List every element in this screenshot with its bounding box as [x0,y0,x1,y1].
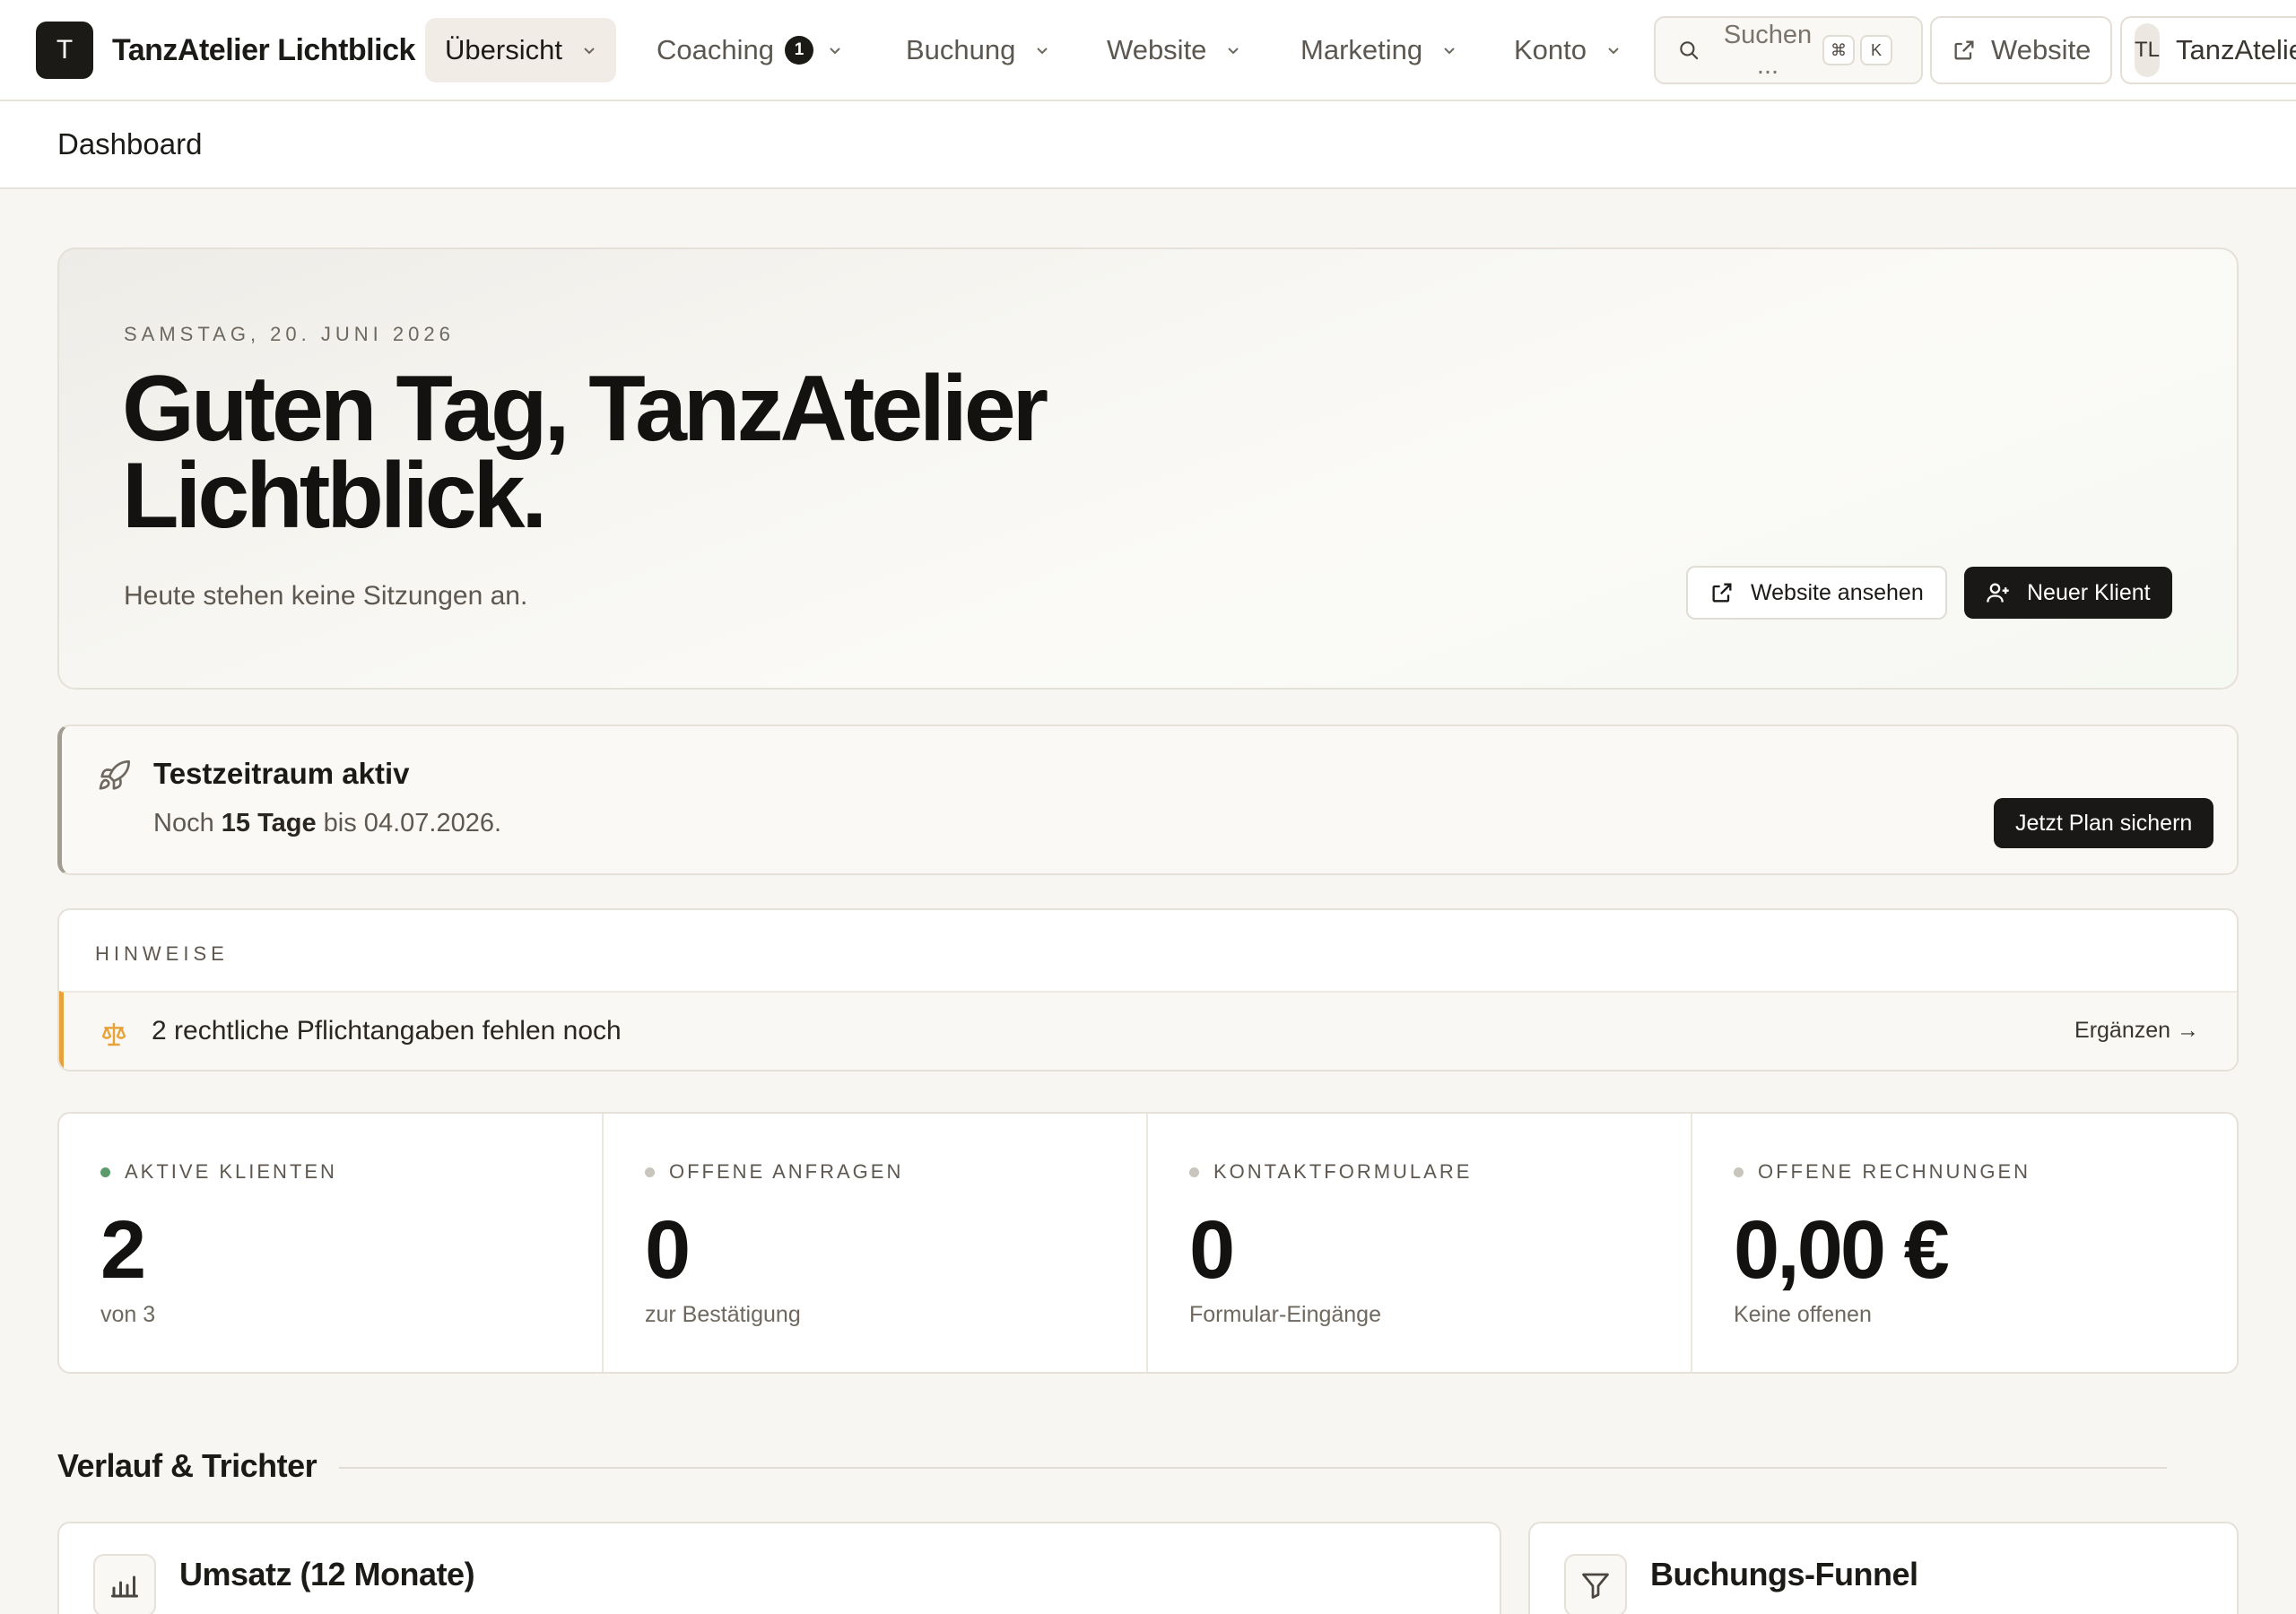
stat-value: 0,00 € [1734,1204,1950,1296]
bar-chart-icon [93,1554,156,1614]
nav-item-buchung[interactable]: Buchung [886,18,1069,82]
stat-note: Keine offenen [1734,1302,1872,1327]
stat-value: 0 [1189,1204,1235,1296]
nav-item-label: Übersicht [445,34,562,65]
new-client-button[interactable]: Neuer Klient [1964,567,2172,619]
chevron-down-icon [1228,48,1239,55]
external-link-icon [1954,40,1974,60]
funnel-icon [1564,1554,1627,1614]
avatar: TL [2135,23,2161,77]
stat-note: zur Bestätigung [645,1302,801,1327]
trial-title: Testzeitraum aktiv [153,757,410,790]
status-dot [1734,1167,1744,1177]
section-divider [339,1467,2167,1469]
trial-desc-suffix: bis 04.07.2026. [316,809,502,837]
secure-plan-label: Jetzt Plan sichern [2015,810,2193,836]
chevron-down-icon [1444,48,1455,55]
status-dot [1189,1167,1199,1177]
scale-icon [101,1023,126,1046]
nav-item-uebersicht[interactable]: Übersicht [425,18,616,82]
stat-label-text: AKTIVE KLIENTEN [125,1160,337,1183]
card-title: Buchungs-Funnel [1650,1556,1918,1592]
trial-days-remaining: 15 Tage [221,809,317,837]
new-client-label: Neuer Klient [2027,579,2151,605]
complete-link[interactable]: Ergänzen → [2074,1018,2199,1044]
stats-row: AKTIVE KLIENTEN 2 von 3 OFFENE ANFRAGEN … [57,1112,2239,1374]
breadcrumb-current: Dashboard [57,127,203,161]
view-website-button[interactable]: Website ansehen [1686,566,1947,620]
hints-heading: HINWEISE [95,942,229,965]
stat-note: Formular-Eingänge [1189,1302,1381,1327]
brand-logo: T [36,22,93,79]
nav-item-website[interactable]: Website [1087,18,1260,82]
nav-item-label: Coaching [657,34,774,65]
stat-label-text: OFFENE RECHNUNGEN [1758,1160,2031,1183]
trial-description: Noch 15 Tage bis 04.07.2026. [153,809,501,838]
chevron-down-icon [584,48,595,55]
secure-plan-button[interactable]: Jetzt Plan sichern [1994,798,2214,848]
search-placeholder: Suchen ... [1723,21,1813,80]
stat-label: KONTAKTFORMULARE [1189,1160,1472,1184]
chevron-down-icon [1608,48,1619,55]
nav-item-label: Marketing [1300,34,1423,65]
stat-label: AKTIVE KLIENTEN [100,1160,337,1184]
external-link-icon [1712,583,1732,603]
user-plus-icon [1987,583,2009,603]
chevron-down-icon [1037,48,1048,55]
status-dot [645,1167,655,1177]
view-website-label: Website ansehen [1751,579,1924,605]
current-date: SAMSTAG, 20. JUNI 2026 [124,323,455,345]
card-title: Umsatz (12 Monate) [179,1556,475,1592]
user-menu[interactable]: TL TanzAtelier Lichtblick [2120,16,2296,84]
hint-item[interactable]: 2 rechtliche Pflichtangaben fehlen noch … [59,991,2237,1070]
stat-active-clients[interactable]: AKTIVE KLIENTEN 2 von 3 [59,1114,604,1372]
stat-open-requests[interactable]: OFFENE ANFRAGEN 0 zur Bestätigung [604,1114,1148,1372]
status-dot [100,1167,110,1177]
welcome-hero: SAMSTAG, 20. JUNI 2026 Guten Tag, TanzAt… [57,247,2239,690]
shortcut-key: K [1860,35,1892,65]
trial-desc-prefix: Noch [153,809,222,837]
search-icon [1680,41,1699,60]
section-title: Verlauf & Trichter [57,1447,317,1484]
rocket-icon [99,759,131,790]
revenue-card: Umsatz (12 Monate) [57,1522,1501,1614]
search-input[interactable]: Suchen ... ⌘ K [1654,16,1923,84]
stat-open-invoices[interactable]: OFFENE RECHNUNGEN 0,00 € Keine offenen [1692,1114,2237,1372]
notification-badge: 1 [784,36,813,65]
website-button[interactable]: Website [1930,16,2113,84]
stat-value: 2 [100,1204,146,1296]
brand[interactable]: T TanzAtelier Lichtblick [36,22,415,79]
hints-panel: HINWEISE 2 rechtliche Pflichtangaben feh… [57,908,2239,1072]
nav-item-label: Website [1107,34,1207,65]
stat-note: von 3 [100,1302,156,1327]
top-navigation: T TanzAtelier Lichtblick Übersicht Coach… [0,0,2296,101]
trial-banner: Testzeitraum aktiv Noch 15 Tage bis 04.0… [57,725,2239,875]
stat-contact-forms[interactable]: KONTAKTFORMULARE 0 Formular-Eingänge [1148,1114,1692,1372]
stat-label-text: KONTAKTFORMULARE [1213,1160,1473,1183]
page-title: Guten Tag, TanzAtelier Lichtblick. [122,357,1048,548]
nav-item-coaching[interactable]: Coaching 1 [637,18,862,82]
stat-label-text: OFFENE ANFRAGEN [669,1160,904,1183]
stat-label: OFFENE RECHNUNGEN [1734,1160,2031,1184]
brand-name: TanzAtelier Lichtblick [112,32,415,67]
nav-item-konto[interactable]: Konto [1494,18,1640,82]
user-name: TanzAtelier Lichtblick [2176,34,2296,65]
nav-item-marketing[interactable]: Marketing [1281,18,1476,82]
stat-value: 0 [645,1204,691,1296]
hint-text: 2 rechtliche Pflichtangaben fehlen noch [152,1016,622,1046]
stat-label: OFFENE ANFRAGEN [645,1160,903,1184]
nav-item-label: Konto [1514,34,1587,65]
website-button-label: Website [1991,34,2092,65]
breadcrumb: Dashboard [0,101,2296,189]
hero-subtitle: Heute stehen keine Sitzungen an. [124,581,528,611]
funnel-card: Buchungs-Funnel [1528,1522,2239,1614]
nav-item-label: Buchung [906,34,1016,65]
shortcut-key: ⌘ [1822,35,1855,65]
chevron-down-icon [830,48,840,55]
